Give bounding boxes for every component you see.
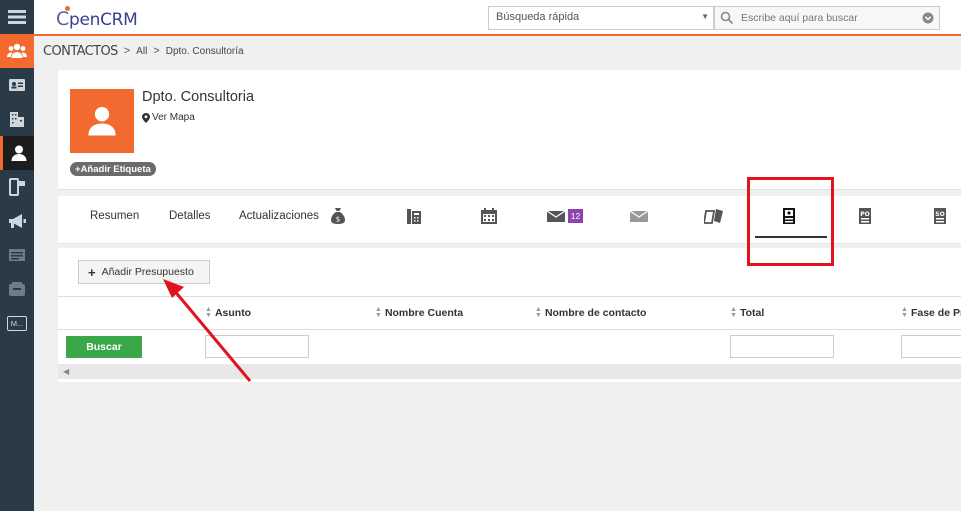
- column-header-nombre-cuenta[interactable]: ▲ ▼ Nombre Cuenta: [375, 306, 463, 319]
- quick-search-select[interactable]: Búsqueda rápida ▼: [488, 6, 714, 30]
- envelope-outline-icon[interactable]: [629, 206, 649, 226]
- logo-c: C: [56, 8, 69, 30]
- megaphone-icon[interactable]: [0, 204, 34, 238]
- add-quote-label: Añadir Presupuesto: [101, 266, 194, 278]
- calendar-icon[interactable]: [479, 206, 499, 226]
- add-quote-button[interactable]: + Añadir Presupuesto: [78, 260, 210, 284]
- search-button[interactable]: Buscar: [66, 336, 142, 358]
- column-header-asunto[interactable]: ▲ ▼ Asunto: [205, 306, 251, 319]
- caret-down-icon: ▼: [701, 12, 709, 21]
- users-group-icon[interactable]: [0, 34, 34, 68]
- user-icon[interactable]: [0, 136, 34, 170]
- tab-actualizaciones[interactable]: Actualizaciones: [239, 210, 319, 222]
- sort-icon: ▲ ▼: [205, 306, 212, 319]
- logo[interactable]: CpenCRM: [56, 6, 138, 30]
- list-icon[interactable]: [0, 238, 34, 272]
- view-map-label: Ver Mapa: [152, 112, 195, 123]
- map-marker-icon: [142, 112, 150, 123]
- module-m-icon[interactable]: M...: [0, 306, 34, 340]
- envelope-icon[interactable]: [546, 206, 566, 226]
- breadcrumb-record: Dpto. Consultoría: [165, 45, 244, 57]
- sidebar: M...: [0, 0, 34, 511]
- horizontal-scrollbar[interactable]: ◀: [58, 364, 961, 379]
- filter-total-input[interactable]: [730, 335, 834, 358]
- record-name: Dpto. Consultoria: [142, 89, 255, 105]
- sort-icon: ▲ ▼: [901, 306, 908, 319]
- inbox-icon[interactable]: [0, 272, 34, 306]
- breadcrumb-separator: >: [123, 45, 131, 57]
- avatar: [70, 89, 134, 153]
- menu-icon[interactable]: [0, 0, 34, 34]
- quotes-related-list: + Añadir Presupuesto ▲ ▼ Asunto ▲ ▼ Nombre C…: [58, 248, 961, 382]
- search-icon: [720, 11, 734, 25]
- tab-resumen[interactable]: Resumen: [90, 210, 139, 222]
- email-count-badge: 12: [568, 209, 583, 223]
- breadcrumb-filter[interactable]: All: [136, 46, 147, 57]
- sort-icon: ▲ ▼: [730, 306, 737, 319]
- table-header: ▲ ▼ Asunto ▲ ▼ Nombre Cuenta ▲ ▼ Nombre de con…: [58, 296, 961, 330]
- tab-detalles[interactable]: Detalles: [169, 210, 211, 222]
- breadcrumb: CONTACTOS > All > Dpto. Consultoría: [43, 42, 244, 60]
- search-placeholder: Escribe aquí para buscar: [741, 12, 858, 24]
- breadcrumb-module[interactable]: CONTACTOS: [43, 44, 118, 59]
- sort-icon: ▲ ▼: [375, 306, 382, 319]
- user-icon: [88, 107, 116, 136]
- ticket-icon[interactable]: [702, 206, 724, 226]
- column-header-nombre-contacto[interactable]: ▲ ▼ Nombre de contacto: [535, 306, 646, 319]
- logo-dot: [65, 6, 70, 11]
- mobile-icon[interactable]: [0, 170, 34, 204]
- scroll-left-icon[interactable]: ◀: [63, 367, 69, 376]
- svg-text:$: $: [336, 216, 340, 224]
- add-tag-label: Añadir Etiqueta: [80, 163, 151, 175]
- purchase-order-icon[interactable]: PO: [855, 206, 875, 226]
- top-header: CpenCRM Búsqueda rápida ▼ Escribe aquí p…: [34, 0, 961, 36]
- fax-icon[interactable]: [404, 206, 424, 226]
- add-tag-button[interactable]: + Añadir Etiqueta: [70, 162, 156, 176]
- filter-fase-input[interactable]: [901, 335, 961, 358]
- svg-text:SO: SO: [935, 211, 944, 218]
- column-header-total[interactable]: ▲ ▼ Total: [730, 306, 764, 319]
- breadcrumb-separator: >: [153, 45, 160, 57]
- building-icon[interactable]: [0, 102, 34, 136]
- annotation-highlight-box: [747, 177, 834, 266]
- quick-search-select-value: Búsqueda rápida: [496, 11, 580, 23]
- sort-icon: ▲ ▼: [535, 306, 542, 319]
- money-bag-icon[interactable]: $: [328, 206, 348, 226]
- record-header-card: Dpto. Consultoria Ver Mapa + Añadir Etiqu…: [58, 70, 961, 190]
- view-map-link[interactable]: Ver Mapa: [142, 112, 195, 123]
- plus-icon: +: [88, 264, 96, 280]
- chevron-down-circle-icon[interactable]: [922, 12, 934, 24]
- filter-asunto-input[interactable]: [205, 335, 309, 358]
- column-header-fase[interactable]: ▲ ▼ Fase de Pr: [901, 306, 961, 319]
- svg-text:PO: PO: [860, 211, 870, 218]
- search-input[interactable]: Escribe aquí para buscar: [714, 6, 940, 30]
- sales-order-icon[interactable]: SO: [930, 206, 950, 226]
- module-m-label: M...: [7, 315, 27, 331]
- logo-text: penCRM: [68, 10, 138, 30]
- address-card-icon[interactable]: [0, 68, 34, 102]
